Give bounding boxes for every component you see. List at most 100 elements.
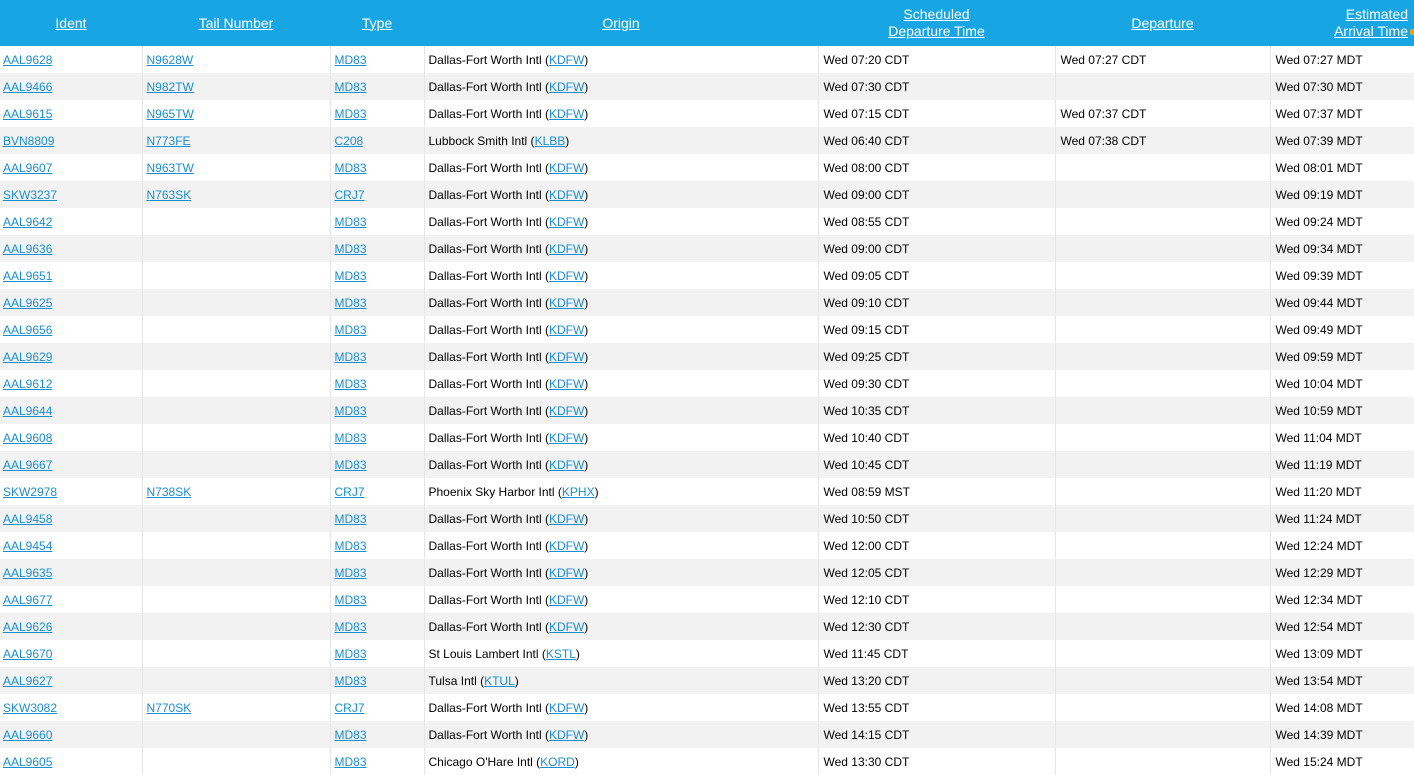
aircraft-type-link[interactable]: MD83 — [335, 458, 367, 472]
column-header-origin[interactable]: Origin — [424, 0, 818, 46]
cell-ident: AAL9667 — [0, 451, 143, 478]
ident-link[interactable]: SKW3082 — [3, 701, 57, 715]
aircraft-type-link[interactable]: MD83 — [335, 107, 367, 121]
tail-number-link[interactable]: N738SK — [147, 485, 192, 499]
origin-code-link[interactable]: KDFW — [549, 296, 584, 310]
aircraft-type-link[interactable]: CRJ7 — [335, 188, 365, 202]
aircraft-type-link[interactable]: MD83 — [335, 728, 367, 742]
aircraft-type-link[interactable]: MD83 — [335, 80, 367, 94]
column-header-estimated-arrival[interactable]: Estimated Arrival Time — [1270, 0, 1414, 46]
origin-code-link[interactable]: KDFW — [549, 566, 584, 580]
ident-link[interactable]: AAL9667 — [3, 458, 52, 472]
cell-type: MD83 — [330, 208, 425, 235]
ident-link[interactable]: AAL9644 — [3, 404, 52, 418]
aircraft-type-link[interactable]: MD83 — [335, 674, 367, 688]
aircraft-type-link[interactable]: MD83 — [335, 566, 367, 580]
ident-link[interactable]: AAL9677 — [3, 593, 52, 607]
aircraft-type-link[interactable]: MD83 — [335, 593, 367, 607]
tail-number-link[interactable]: N965TW — [147, 107, 194, 121]
tail-number-link[interactable]: N763SK — [147, 188, 192, 202]
aircraft-type-link[interactable]: MD83 — [335, 350, 367, 364]
origin-code-link[interactable]: KDFW — [549, 80, 584, 94]
origin-code-link[interactable]: KDFW — [549, 161, 584, 175]
origin-code-link[interactable]: KDFW — [549, 728, 584, 742]
aircraft-type-link[interactable]: MD83 — [335, 620, 367, 634]
column-header-ident[interactable]: Ident — [0, 0, 142, 46]
aircraft-type-link[interactable]: MD83 — [335, 215, 367, 229]
aircraft-type-link[interactable]: MD83 — [335, 539, 367, 553]
origin-code-link[interactable]: KDFW — [549, 431, 584, 445]
ident-link[interactable]: AAL9635 — [3, 566, 52, 580]
ident-link[interactable]: BVN8809 — [3, 134, 54, 148]
ident-link[interactable]: SKW2978 — [3, 485, 57, 499]
tail-number-link[interactable]: N770SK — [147, 701, 192, 715]
tail-number-link[interactable]: N963TW — [147, 161, 194, 175]
cell-origin: Tulsa Intl (KTUL) — [424, 667, 819, 694]
aircraft-type-link[interactable]: MD83 — [335, 404, 367, 418]
ident-link[interactable]: AAL9626 — [3, 620, 52, 634]
ident-link[interactable]: AAL9466 — [3, 80, 52, 94]
aircraft-type-link[interactable]: MD83 — [335, 242, 367, 256]
ident-link[interactable]: AAL9612 — [3, 377, 52, 391]
origin-code-link[interactable]: KDFW — [549, 350, 584, 364]
aircraft-type-link[interactable]: CRJ7 — [335, 701, 365, 715]
origin-code-link[interactable]: KDFW — [549, 512, 584, 526]
aircraft-type-link[interactable]: MD83 — [335, 296, 367, 310]
column-header-scheduled-departure[interactable]: Scheduled Departure Time — [818, 0, 1055, 46]
ident-link[interactable]: AAL9607 — [3, 161, 52, 175]
aircraft-type-link[interactable]: MD83 — [335, 647, 367, 661]
origin-code-link[interactable]: KORD — [540, 755, 575, 769]
origin-code-link[interactable]: KDFW — [549, 188, 584, 202]
aircraft-type-link[interactable]: MD83 — [335, 512, 367, 526]
column-header-departure[interactable]: Departure — [1055, 0, 1270, 46]
column-header-tail-number[interactable]: Tail Number — [142, 0, 330, 46]
origin-code-link[interactable]: KTUL — [484, 674, 515, 688]
aircraft-type-link[interactable]: MD83 — [335, 161, 367, 175]
ident-link[interactable]: AAL9625 — [3, 296, 52, 310]
ident-link[interactable]: AAL9628 — [3, 53, 52, 67]
tail-number-link[interactable]: N9628W — [147, 53, 194, 67]
origin-code-link[interactable]: KDFW — [549, 242, 584, 256]
origin-code-link[interactable]: KSTL — [546, 647, 576, 661]
tail-number-link[interactable]: N773FE — [147, 134, 191, 148]
ident-link[interactable]: AAL9651 — [3, 269, 52, 283]
ident-link[interactable]: AAL9629 — [3, 350, 52, 364]
aircraft-type-link[interactable]: MD83 — [335, 269, 367, 283]
tail-number-link[interactable]: N982TW — [147, 80, 194, 94]
ident-link[interactable]: AAL9615 — [3, 107, 52, 121]
origin-code-link[interactable]: KDFW — [549, 323, 584, 337]
origin-code-link[interactable]: KDFW — [549, 404, 584, 418]
origin-code-link[interactable]: KDFW — [549, 701, 584, 715]
ident-link[interactable]: AAL9636 — [3, 242, 52, 256]
origin-code-link[interactable]: KDFW — [549, 620, 584, 634]
origin-code-link[interactable]: KLBB — [535, 134, 566, 148]
ident-link[interactable]: AAL9670 — [3, 647, 52, 661]
cell-type: MD83 — [330, 451, 425, 478]
column-header-type[interactable]: Type — [330, 0, 424, 46]
origin-code-link[interactable]: KDFW — [549, 377, 584, 391]
origin-code-link[interactable]: KDFW — [549, 458, 584, 472]
aircraft-type-link[interactable]: MD83 — [335, 53, 367, 67]
aircraft-type-link[interactable]: MD83 — [335, 755, 367, 769]
aircraft-type-link[interactable]: MD83 — [335, 323, 367, 337]
ident-link[interactable]: AAL9454 — [3, 539, 52, 553]
origin-code-link[interactable]: KPHX — [562, 485, 595, 499]
origin-code-link[interactable]: KDFW — [549, 107, 584, 121]
aircraft-type-link[interactable]: CRJ7 — [335, 485, 365, 499]
origin-code-link[interactable]: KDFW — [549, 215, 584, 229]
ident-link[interactable]: AAL9605 — [3, 755, 52, 769]
aircraft-type-link[interactable]: C208 — [335, 134, 364, 148]
ident-link[interactable]: AAL9656 — [3, 323, 52, 337]
ident-link[interactable]: AAL9627 — [3, 674, 52, 688]
ident-link[interactable]: AAL9660 — [3, 728, 52, 742]
origin-code-link[interactable]: KDFW — [549, 269, 584, 283]
ident-link[interactable]: AAL9458 — [3, 512, 52, 526]
origin-code-link[interactable]: KDFW — [549, 539, 584, 553]
ident-link[interactable]: AAL9642 — [3, 215, 52, 229]
ident-link[interactable]: AAL9608 — [3, 431, 52, 445]
origin-code-link[interactable]: KDFW — [549, 53, 584, 67]
origin-code-link[interactable]: KDFW — [549, 593, 584, 607]
aircraft-type-link[interactable]: MD83 — [335, 431, 367, 445]
aircraft-type-link[interactable]: MD83 — [335, 377, 367, 391]
ident-link[interactable]: SKW3237 — [3, 188, 57, 202]
